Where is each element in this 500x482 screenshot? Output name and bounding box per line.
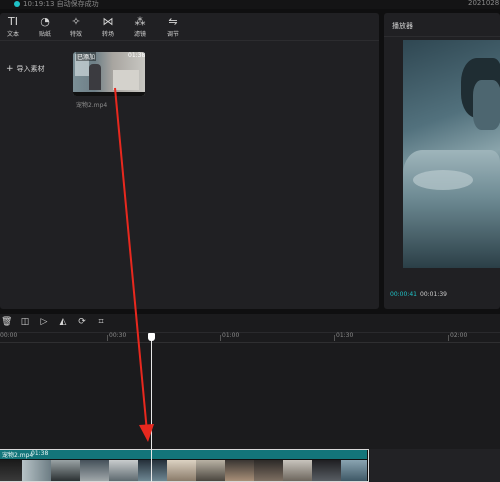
annotation-arrow	[114, 87, 154, 442]
arrow-head	[139, 424, 154, 442]
arrow-shaft	[114, 87, 148, 433]
